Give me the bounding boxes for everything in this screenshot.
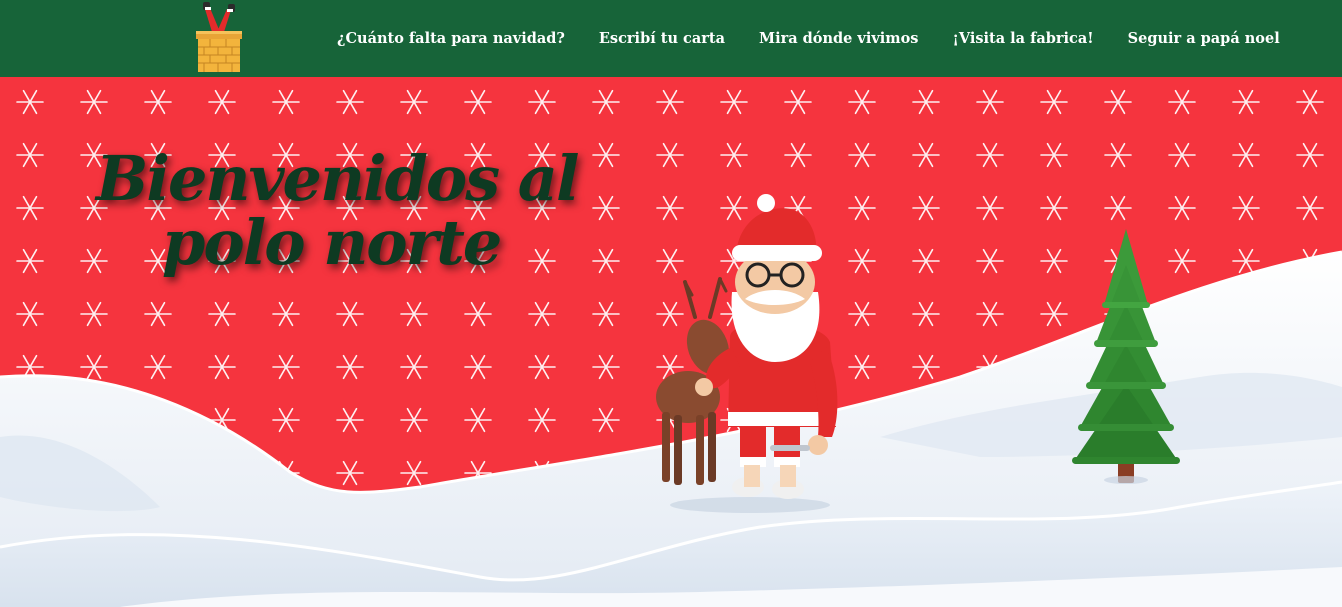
santa-reindeer-illustration	[640, 187, 850, 517]
christmas-tree-icon	[1068, 225, 1186, 487]
nav-link-follow-santa[interactable]: Seguir a papá noel	[1128, 30, 1280, 47]
santa-chimney-logo-icon[interactable]	[190, 0, 248, 74]
main-nav: ¿Cuánto falta para navidad? Escribí tu c…	[320, 0, 1297, 77]
hero-title-line-1: Bienvenidos al	[96, 142, 580, 215]
site-header: ¿Cuánto falta para navidad? Escribí tu c…	[0, 0, 1342, 77]
hero-title: Bienvenidos al polo norte	[96, 142, 580, 279]
page: ¿Cuánto falta para navidad? Escribí tu c…	[0, 0, 1342, 607]
nav-link-write-letter[interactable]: Escribí tu carta	[599, 30, 725, 47]
nav-link-countdown[interactable]: ¿Cuánto falta para navidad?	[337, 30, 565, 47]
nav-link-where-we-live[interactable]: Mira dónde vivimos	[759, 30, 918, 47]
hero-section: Bienvenidos al polo norte	[0, 77, 1342, 607]
hero-title-line-2: polo norte	[162, 206, 502, 279]
nav-link-factory[interactable]: ¡Visita la fabrica!	[952, 30, 1093, 47]
